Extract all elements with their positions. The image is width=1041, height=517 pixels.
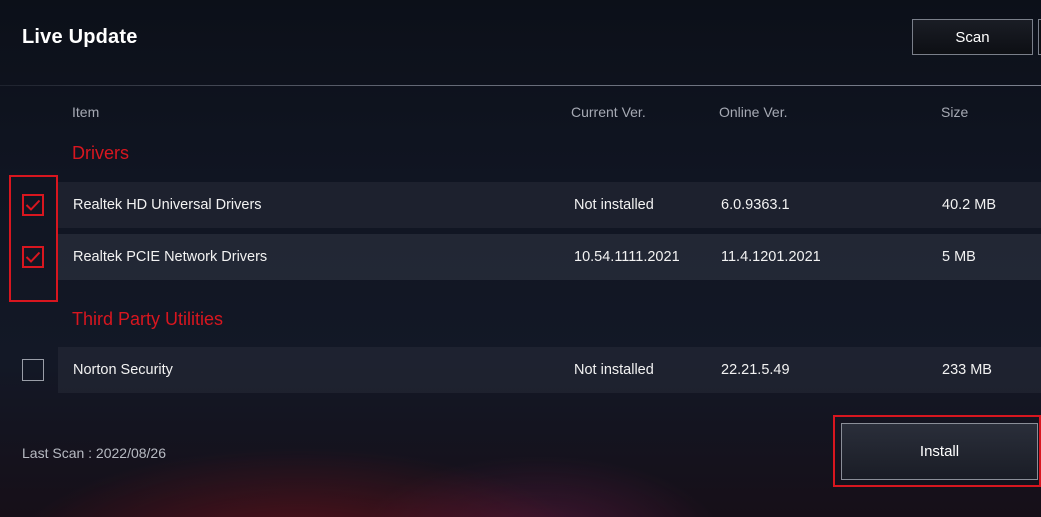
row-online-version: 6.0.9363.1 [721,197,790,213]
row-checkbox-realtek-pcie[interactable] [22,246,44,268]
column-header-item: Item [72,104,100,120]
section-title-third-party-utilities: Third Party Utilities [72,309,224,329]
last-scan-date: Last Scan : 2022/08/26 [22,445,166,461]
row-item-name: Norton Security [73,362,173,378]
checkmark-icon [25,199,41,211]
row-size: 5 MB [942,249,976,265]
header-divider [0,85,1041,86]
table-row[interactable]: Realtek HD Universal Drivers Not install… [58,182,1041,228]
row-current-version: 10.54.1111.2021 [574,249,680,265]
install-button[interactable]: Install [841,423,1038,480]
app-title: Live Update [22,26,138,48]
table-row[interactable]: Realtek PCIE Network Drivers 10.54.1111.… [58,234,1041,280]
scan-button[interactable]: Scan [912,19,1033,55]
section-title-drivers: Drivers [72,143,129,163]
row-current-version: Not installed [574,362,654,378]
row-item-name: Realtek HD Universal Drivers [73,197,262,213]
table-row[interactable]: Norton Security Not installed 22.21.5.49… [58,347,1041,393]
column-header-current-version: Current Ver. [571,104,646,120]
row-size: 233 MB [942,362,992,378]
row-current-version: Not installed [574,197,654,213]
row-checkbox-realtek-hd[interactable] [22,194,44,216]
checkmark-icon [25,251,41,263]
row-online-version: 22.21.5.49 [721,362,790,378]
row-checkbox-norton[interactable] [22,359,44,381]
column-header-online-version: Online Ver. [719,104,788,120]
row-online-version: 11.4.1201.2021 [721,249,821,265]
row-item-name: Realtek PCIE Network Drivers [73,249,268,265]
column-header-size: Size [941,104,969,120]
row-size: 40.2 MB [942,197,996,213]
